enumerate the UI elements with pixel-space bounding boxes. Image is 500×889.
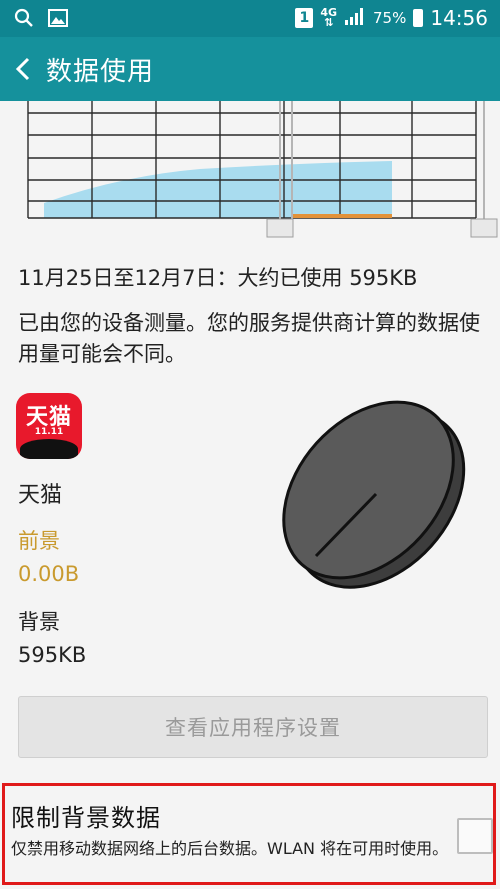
range-start-handle: [266, 218, 294, 238]
pie-slice-background: [282, 400, 455, 580]
usage-period: 11月25日至12月7日：大约已使用 595KB: [18, 266, 418, 290]
status-bar: 1 4G ⇅ 75% 14:56: [0, 0, 500, 37]
restrict-checkbox[interactable]: [457, 818, 493, 854]
restrict-title: 限制背景数据: [11, 804, 161, 832]
gallery-icon: [48, 9, 68, 31]
usage-note: 已由您的设备测量。您的服务提供商计算的数据使用量可能会不同。: [18, 311, 480, 366]
range-end-handle: [470, 218, 498, 238]
clock: 14:56: [430, 6, 488, 30]
background-label: 背景: [18, 610, 60, 634]
page-title: 数据使用: [46, 56, 155, 87]
usage-chart[interactable]: [0, 101, 500, 241]
app-name: 天猫: [18, 483, 63, 508]
network-type: 4G ⇅: [320, 6, 338, 29]
restrict-description: 仅禁用移动数据网络上的后台数据。WLAN 将在可用时使用。: [11, 839, 449, 858]
chart-grid: [27, 101, 477, 219]
view-app-settings-button[interactable]: 查看应用程序设置: [18, 696, 488, 758]
signal-icon: [344, 7, 366, 29]
search-icon: [14, 8, 34, 32]
restrict-background-data-row[interactable]: 限制背景数据 仅禁用移动数据网络上的后台数据。WLAN 将在可用时使用。: [2, 783, 496, 885]
chevron-left-icon: [15, 57, 30, 81]
background-value: 595KB: [18, 643, 87, 667]
foreground-label: 前景: [18, 529, 60, 553]
sim-badge: 1: [295, 8, 314, 28]
tmall-app-icon: 天猫 11.11: [16, 393, 82, 459]
usage-pie-chart: [282, 400, 466, 589]
foreground-value: 0.00B: [18, 562, 80, 586]
battery-percent: 75%: [373, 9, 407, 27]
action-bar: 数据使用: [0, 37, 500, 101]
back-button[interactable]: [0, 37, 46, 101]
battery-icon: [413, 9, 424, 27]
